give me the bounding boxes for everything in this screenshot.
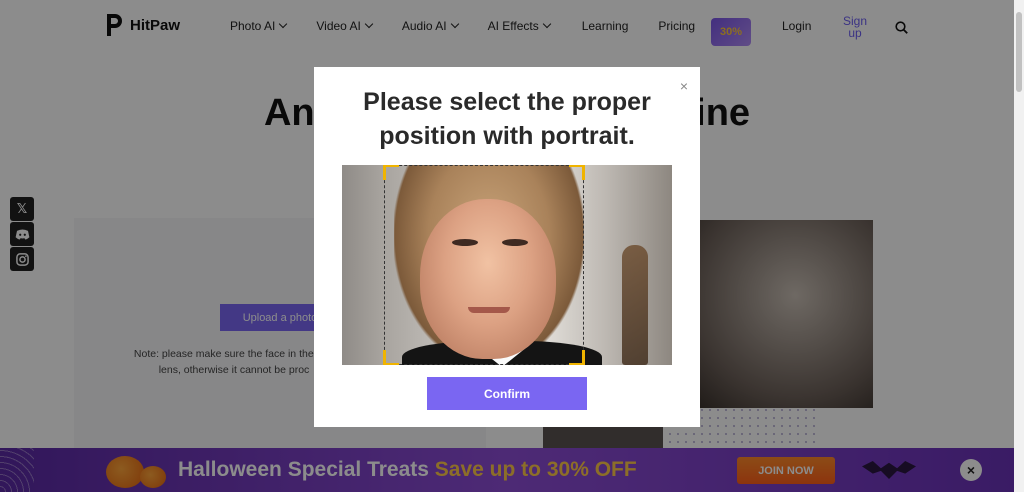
dialog-title: Please select the proper position with p… — [314, 85, 700, 153]
dialog-title-line: Please select the proper — [363, 88, 651, 116]
scrollbar-thumb[interactable] — [1016, 12, 1022, 92]
crop-handle-bottom-left[interactable] — [383, 350, 399, 365]
crop-handle-top-left[interactable] — [383, 165, 399, 180]
dialog-title-line: position with portrait. — [379, 122, 635, 150]
statue-background — [622, 245, 648, 365]
page-scrollbar[interactable] — [1014, 0, 1024, 492]
confirm-button[interactable]: Confirm — [427, 377, 587, 410]
crop-handle-bottom-right[interactable] — [569, 350, 585, 365]
crop-handle-top-right[interactable] — [569, 165, 585, 180]
portrait-crop-dialog: × Please select the proper position with… — [314, 67, 700, 427]
portrait-image — [342, 165, 672, 365]
crop-selection-box[interactable] — [383, 165, 585, 365]
